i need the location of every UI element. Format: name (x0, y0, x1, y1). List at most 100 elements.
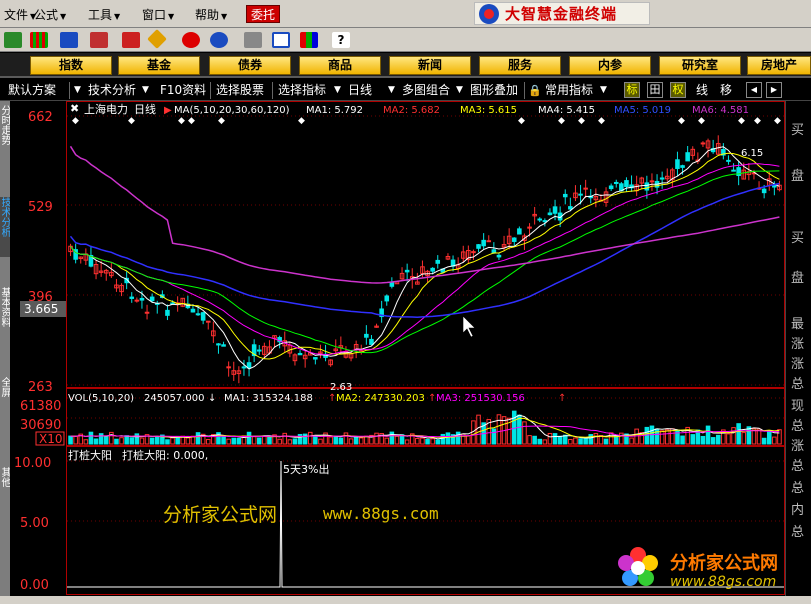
menu-help[interactable]: 帮助 ▼ (195, 6, 227, 23)
rail-buy-label: 买 (791, 231, 805, 246)
category-fund[interactable]: 基金 (118, 56, 200, 75)
line-button[interactable]: 线 (696, 82, 708, 99)
volume-bar (389, 431, 395, 445)
keyboard-icon[interactable] (4, 32, 22, 48)
globe-icon[interactable] (210, 32, 228, 48)
f10-button[interactable]: F10资料 (160, 82, 206, 99)
category-commodity[interactable]: 商品 (299, 56, 381, 75)
trade-button[interactable]: 委托 (246, 5, 280, 23)
volume-bar (455, 431, 461, 445)
help-cursor-icon[interactable]: ? (332, 32, 350, 48)
menu-formula-label: 公式 (34, 8, 59, 22)
volume-bar (307, 431, 313, 445)
volume-bar (710, 437, 716, 445)
candle-body (256, 349, 262, 352)
volume-bar (404, 439, 410, 445)
tab-fundamentals[interactable]: 基本资料 (0, 287, 10, 347)
menu-tools-label: 工具 (88, 8, 113, 22)
rail-label: 总 (791, 459, 805, 474)
select-stock-button[interactable]: 选择股票 (216, 82, 264, 99)
volume-bar (726, 433, 731, 445)
tab-other[interactable]: 其他 (0, 467, 10, 497)
chevron-down-icon[interactable]: ▼ (600, 82, 607, 99)
menu-formula[interactable]: 公式 ▼ (34, 6, 66, 23)
print-icon[interactable] (244, 32, 262, 48)
question-book-icon[interactable] (122, 32, 140, 48)
candle-body (675, 159, 680, 169)
candle-body (537, 218, 543, 221)
play-left-icon[interactable]: ◀ (746, 82, 762, 98)
window-icon[interactable] (272, 32, 290, 48)
menu-tools[interactable]: 工具 ▼ (88, 6, 120, 23)
period-selector[interactable]: 日线 (348, 82, 372, 99)
candle-body (685, 152, 690, 162)
volume-bar (588, 434, 594, 445)
category-news[interactable]: 新闻 (389, 56, 471, 75)
rights-toggle-button[interactable]: 权 (670, 82, 686, 98)
candle-body (435, 259, 441, 264)
chevron-down-icon[interactable]: ▼ (456, 82, 463, 99)
rail-label: 总 (791, 419, 805, 434)
candle-body (644, 182, 650, 191)
lock-icon[interactable]: 🔒 (528, 82, 542, 99)
volume-bar (517, 414, 522, 445)
tab-intraday[interactable]: 分时走势 (0, 105, 10, 179)
close-icon[interactable]: ✖ (70, 102, 79, 115)
default-scheme-button[interactable]: 默认方案 (8, 82, 56, 99)
select-indicator-button[interactable]: 选择指标 (278, 82, 326, 99)
tab-tech-analysis[interactable]: 技术分析 (0, 197, 10, 257)
category-bond[interactable]: 债券 (209, 56, 291, 75)
low-price-label: 2.63 (330, 382, 352, 393)
signal-marker: ◆ (738, 116, 745, 126)
category-realestate[interactable]: 房地产 (747, 56, 811, 75)
menu-file[interactable]: 文件 ▼ (4, 6, 36, 23)
grid-toggle-button[interactable]: 田 (647, 82, 663, 98)
chevron-down-icon[interactable]: ▼ (388, 82, 395, 99)
common-indicator-button[interactable]: 常用指标 (545, 82, 593, 99)
bars-icon[interactable] (30, 32, 48, 48)
overlay-button[interactable]: 图形叠加 (470, 82, 518, 99)
volume-bar (542, 439, 548, 445)
volume-bar (287, 439, 293, 445)
category-index[interactable]: 指数 (30, 56, 112, 75)
binoculars-icon[interactable] (60, 32, 78, 48)
volume-bar (236, 437, 242, 445)
bell-icon[interactable] (90, 32, 108, 48)
category-insider[interactable]: 内参 (569, 56, 651, 75)
label-toggle-button[interactable]: 标 (624, 82, 640, 98)
category-service[interactable]: 服务 (479, 56, 561, 75)
tab-fullscreen[interactable]: 全屏 (0, 377, 10, 407)
multi-chart-button[interactable]: 多图组合 (402, 82, 450, 99)
play-right-icon[interactable]: ▶ (766, 82, 782, 98)
ma3-value: MA3: 5.615 (460, 105, 517, 116)
diamond-icon[interactable] (147, 29, 167, 49)
move-button[interactable]: 移 (720, 82, 732, 99)
books-icon[interactable] (300, 32, 318, 48)
toolbar: ? (0, 28, 811, 52)
chevron-down-icon[interactable]: ▼ (142, 82, 149, 99)
chevron-down-icon: ▼ (221, 12, 228, 21)
rail-book-label: 盘 (791, 271, 805, 286)
candle-body (761, 188, 767, 194)
indicator-signal-text: 5天3%出 (283, 462, 329, 476)
ma-line (70, 163, 780, 356)
period-label: 日线 (134, 102, 156, 116)
chevron-down-icon[interactable]: ▼ (334, 82, 341, 99)
brand-title: 大智慧金融终端 (505, 5, 618, 23)
cursor-value: 3.665 (24, 302, 58, 316)
menu-window[interactable]: 窗口 ▼ (142, 6, 174, 23)
indicator-tick-10: 10.00 (14, 456, 51, 471)
font-icon[interactable] (182, 32, 200, 48)
chevron-down-icon: ▼ (168, 12, 175, 21)
candle-body (226, 366, 231, 369)
ma-line (69, 145, 780, 284)
candle-body (216, 343, 221, 346)
indicator-tick-0: 0.00 (20, 578, 49, 593)
chevron-down-icon[interactable]: ▼ (74, 82, 81, 99)
candle-body (649, 180, 655, 183)
tech-analysis-button[interactable]: 技术分析 (88, 82, 136, 99)
candle-body (144, 311, 150, 314)
volume-bar (292, 438, 298, 445)
category-research[interactable]: 研究室 (659, 56, 741, 75)
volume-bar (282, 432, 288, 445)
